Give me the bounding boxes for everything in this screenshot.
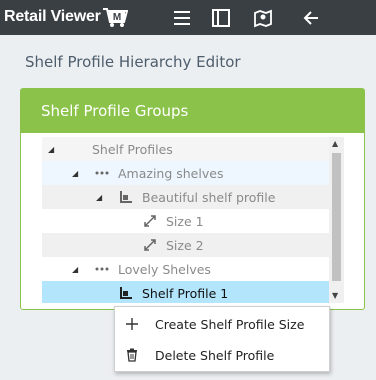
scroll-down-icon[interactable]: ▼: [332, 291, 338, 300]
tree-node-profile[interactable]: ◢ Beautiful shelf profile: [42, 185, 330, 209]
scroll-thumb[interactable]: [332, 153, 341, 281]
collapse-icon[interactable]: ◢: [48, 145, 54, 154]
tree-node-group[interactable]: ◢ Lovely Shelves: [42, 257, 330, 281]
menu-item-label: Create Shelf Profile Size: [155, 316, 305, 332]
app-logo-text: Retail Viewer: [4, 8, 101, 25]
tree-node-label: Amazing shelves: [118, 165, 224, 181]
tree-view: ◢ Shelf Profiles ◢ Amazing shelves ◢ Bea…: [42, 137, 344, 303]
cart-icon: M: [102, 8, 128, 27]
menu-item-label: Delete Shelf Profile: [155, 347, 275, 363]
tree-node-label: Shelf Profile 1: [142, 285, 229, 301]
ellipsis-icon: [95, 267, 109, 271]
tree-node-size[interactable]: Size 1: [42, 209, 330, 233]
page-title: Shelf Profile Hierarchy Editor: [25, 53, 241, 71]
tree-node-profile-selected[interactable]: Shelf Profile 1: [42, 281, 330, 303]
trash-icon: [127, 348, 137, 362]
panel-header: Shelf Profile Groups: [21, 89, 364, 133]
plus-icon: [126, 318, 138, 330]
collapse-icon[interactable]: ◢: [72, 265, 78, 274]
collapse-icon[interactable]: ◢: [96, 193, 102, 202]
context-menu: Create Shelf Profile Size Delete Shelf P…: [114, 306, 330, 372]
scroll-up-icon[interactable]: ▲: [332, 139, 338, 148]
tree-node-label: Beautiful shelf profile: [142, 189, 276, 205]
back-arrow-icon[interactable]: [302, 8, 322, 28]
shelf-profile-icon: [120, 287, 132, 299]
tree-node-group[interactable]: ◢ Amazing shelves: [42, 161, 330, 185]
shelf-profile-icon: [120, 191, 132, 203]
tree-node-label: Shelf Profiles: [92, 141, 173, 157]
delete-shelf-profile-item[interactable]: Delete Shelf Profile: [115, 339, 329, 371]
create-shelf-profile-size-item[interactable]: Create Shelf Profile Size: [115, 308, 329, 340]
ellipsis-icon: [95, 171, 109, 175]
tree-node-label: Size 1: [166, 213, 204, 229]
top-bar: Retail Viewer M: [0, 0, 376, 35]
tree-node-label: Size 2: [166, 237, 204, 253]
tree-node-label: Lovely Shelves: [118, 261, 211, 277]
tree-node-size[interactable]: Size 2: [42, 233, 330, 257]
map-icon[interactable]: [253, 8, 273, 28]
collapse-icon[interactable]: ◢: [72, 169, 78, 178]
list-icon[interactable]: [172, 8, 192, 28]
logo-badge-text: M: [113, 12, 121, 23]
tree-node-root[interactable]: ◢ Shelf Profiles: [42, 137, 330, 161]
tree-scrollbar[interactable]: ▲ ▼: [329, 137, 344, 303]
resize-icon: [144, 239, 156, 251]
panel-icon[interactable]: [211, 8, 231, 28]
resize-icon: [144, 215, 156, 227]
shelf-profile-groups-panel: Shelf Profile Groups ◢ Shelf Profiles ◢ …: [20, 88, 365, 310]
app-logo[interactable]: Retail Viewer M: [4, 6, 128, 28]
